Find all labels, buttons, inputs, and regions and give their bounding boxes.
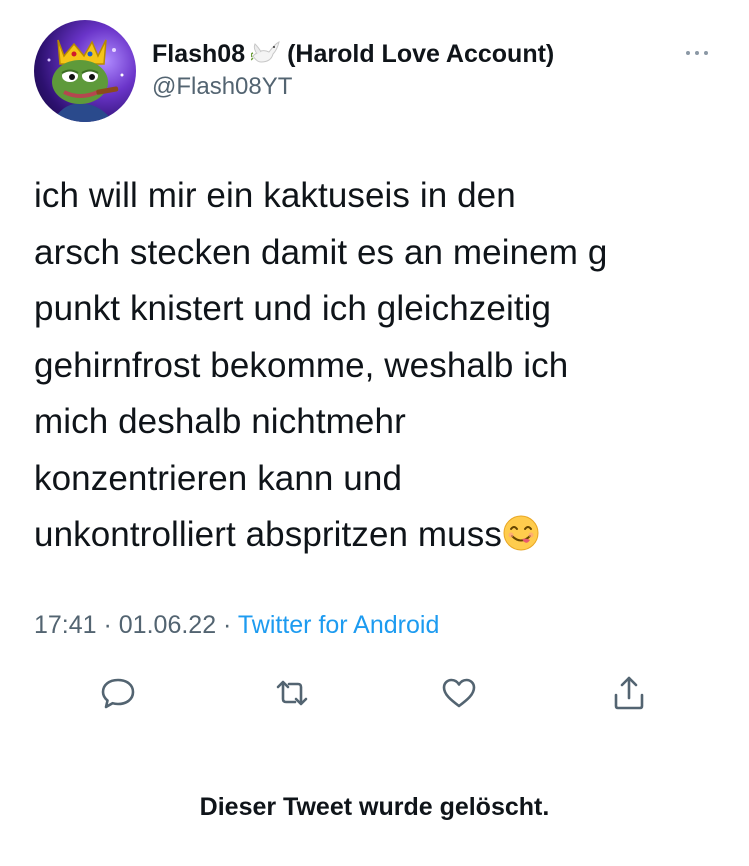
tweet-text-line: mich deshalb nichtmehr [34,402,406,441]
tweet-text: ich will mir ein kaktuseis in den arsch … [34,168,724,564]
retweet-button[interactable] [267,668,317,718]
share-button[interactable] [604,668,654,718]
tweet-text-line: punkt knistert und ich gleichzeitig [34,289,552,328]
tweet-text-last-line: unkontrolliert abspritzen muss [34,507,724,564]
tweet-time[interactable]: 17:41 [34,611,97,639]
user-handle[interactable]: @Flash08YT [152,72,554,102]
tweet-text-line: arsch stecken damit es an meinem g [34,232,608,272]
avatar[interactable] [34,20,136,122]
deleted-notice: Dieser Tweet wurde gelöscht. [199,793,550,821]
pepe-crown-avatar-icon [47,39,124,122]
tweet-header: Flash08 (Harold Love Account) @Flash08YT [34,20,724,130]
tweet-text-line: gehirnfrost bekomme, weshalb ich [34,345,569,385]
tweet-source-link[interactable]: Twitter for Android [238,611,439,639]
tweet-meta: 17:41 · 01.06.22 · Twitter for Android [34,608,439,642]
meta-separator: · [96,611,119,639]
tweet-date[interactable]: 01.06.22 [119,611,216,639]
display-name-suffix: (Harold Love Account) [287,40,555,68]
more-options-icon[interactable] [686,46,716,60]
tweet-text-line: ich will mir ein kaktuseis in den [34,176,516,215]
share-icon [614,676,644,710]
author-names: Flash08 (Harold Love Account) @Flash08YT [152,38,554,102]
meta-separator: · [216,611,238,639]
dove-emoji-icon [251,41,280,63]
yum-face-emoji-icon [503,515,539,551]
tweet-actions [0,668,749,720]
tweet-text-line: konzentrieren kann und [34,458,403,498]
display-name[interactable]: Flash08 (Harold Love Account) [152,38,554,70]
retweet-icon [276,680,308,706]
display-name-text: Flash08 [152,40,246,68]
heart-icon [442,678,476,708]
tweet-text-line: unkontrolliert abspritzen muss [34,515,502,554]
reply-icon [101,678,135,709]
reply-button[interactable] [93,668,143,718]
like-button[interactable] [434,668,484,718]
